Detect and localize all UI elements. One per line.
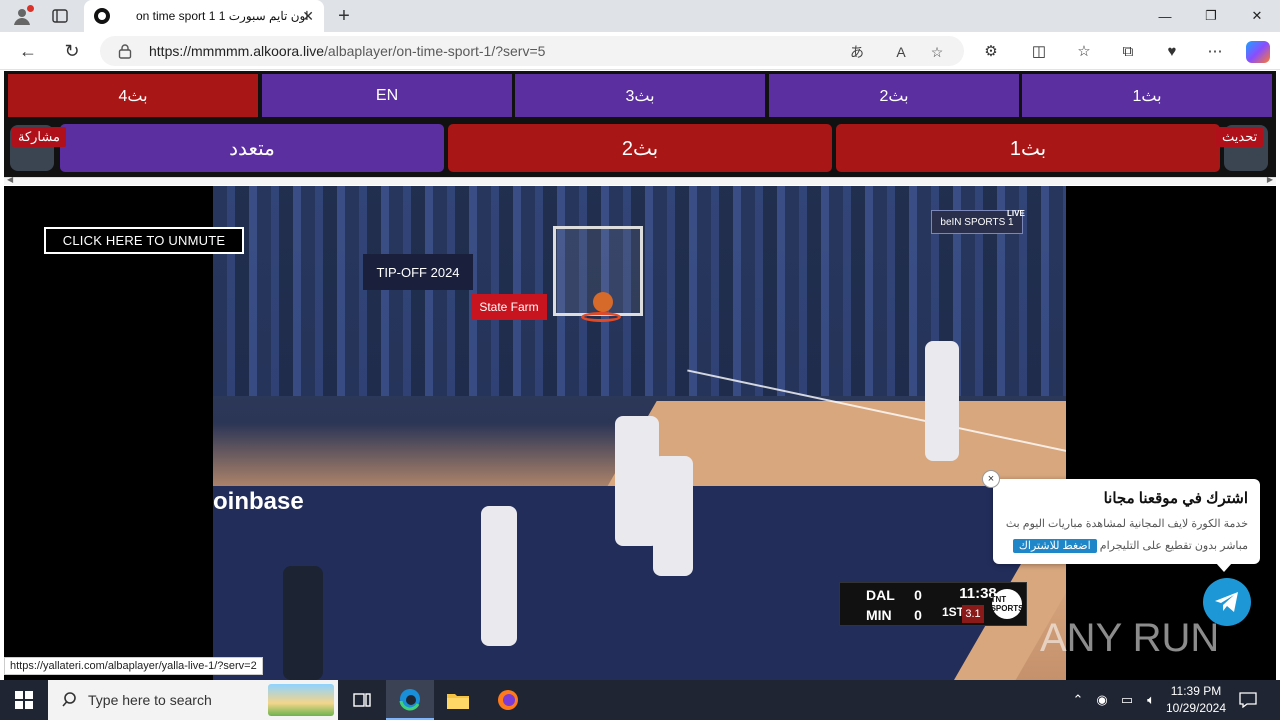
tray-chevron-icon[interactable]: ⌃ <box>1068 680 1088 720</box>
read-aloud-icon[interactable]: A <box>891 43 911 61</box>
scroll-left-icon[interactable]: ◀ <box>7 175 13 184</box>
back-button[interactable]: ← <box>15 39 41 63</box>
translate-icon[interactable]: あ <box>847 43 867 61</box>
soccer-ball-favicon-icon <box>94 8 110 24</box>
tab-close-icon[interactable]: ✕ <box>302 8 314 25</box>
team-2-name: MIN <box>866 607 892 623</box>
player-figure <box>653 456 693 576</box>
popup-title: اشترك في موقعنا مجانا <box>1103 490 1248 507</box>
multi-stream-button[interactable]: متعدد <box>60 124 444 172</box>
restore-button[interactable]: ❐ <box>1188 0 1234 32</box>
shot-clock: 3.1 <box>962 605 984 623</box>
lock-icon[interactable] <box>118 43 132 59</box>
system-clock[interactable]: 11:39 PM 10/29/2024 <box>1160 683 1232 717</box>
anyrun-watermark: ANY RUN <box>1040 615 1220 660</box>
volume-icon[interactable]: 🔈︎ <box>1140 680 1162 720</box>
task-view-icon[interactable] <box>338 680 386 720</box>
video-player[interactable]: TIP-OFF 2024 State Farm oinbase beIN SPO… <box>4 186 1276 680</box>
clock-time: 11:39 PM <box>1170 684 1222 698</box>
browser-toolbar: ← ↻ https://mmmmm.alkoora.live/albaplaye… <box>0 32 1280 70</box>
scoreboard: DAL 0 MIN 0 11:38 1ST 3.1 TNT SPORTS <box>839 582 1027 626</box>
horizontal-scrollbar[interactable]: ◀ ▶ <box>4 175 1276 185</box>
player-figure <box>283 566 323 680</box>
scroll-right-icon[interactable]: ▶ <box>1267 175 1273 184</box>
team-1-score: 0 <box>914 587 922 603</box>
meet-now-icon[interactable]: ◉ <box>1092 680 1112 720</box>
taskbar-search[interactable]: Type here to search <box>48 680 338 720</box>
browser-tab-active[interactable]: on time sport 1 اون تايم سبورت 1 ✕ <box>84 0 324 32</box>
edge-taskbar-icon[interactable] <box>386 680 434 720</box>
network-icon[interactable]: ▭ <box>1116 680 1138 720</box>
notifications-icon[interactable] <box>1234 680 1262 720</box>
file-explorer-icon[interactable] <box>434 680 482 720</box>
coinbase-sign: oinbase <box>213 488 304 515</box>
firefox-icon[interactable] <box>484 680 532 720</box>
url-text[interactable]: https://mmmmm.alkoora.live/albaplayer/on… <box>149 43 545 59</box>
tab-title: on time sport 1 اون تايم سبورت 1 <box>136 9 309 23</box>
channel-live-badge: LIVE <box>1007 209 1025 218</box>
close-window-button[interactable]: ✕ <box>1234 0 1280 32</box>
rim <box>581 312 621 322</box>
favorite-star-icon[interactable]: ☆ <box>927 43 947 61</box>
tipoff-banner: TIP-OFF 2024 <box>363 254 473 290</box>
server-button-3[interactable]: بث3 <box>515 74 765 117</box>
search-highlight-image <box>268 684 334 716</box>
clock-date: 10/29/2024 <box>1165 701 1227 715</box>
status-bar-url: https://yallateri.com/albaplayer/yalla-l… <box>4 657 263 675</box>
stream-1-button[interactable]: بث1 <box>836 124 1220 172</box>
popup-description: خدمة الكورة لايف المجانية لمشاهدة مباريا… <box>1005 518 1248 553</box>
search-placeholder: Type here to search <box>88 692 212 708</box>
player-figure <box>925 341 959 461</box>
server-button-2[interactable]: بث2 <box>769 74 1019 117</box>
basketball <box>593 292 613 312</box>
extensions-icon[interactable]: ⚙ <box>980 41 1002 61</box>
share-label[interactable]: مشاركة <box>12 127 66 147</box>
video-frame[interactable]: TIP-OFF 2024 State Farm oinbase beIN SPO… <box>213 186 1066 680</box>
refresh-label[interactable]: تحديث <box>1216 127 1264 147</box>
unmute-button[interactable]: CLICK HERE TO UNMUTE <box>44 227 244 254</box>
page-content: بث4 EN بث3 بث2 بث1 متعدد بث2 بث1 مشاركة … <box>0 71 1280 680</box>
refresh-button[interactable]: ↻ <box>59 39 85 63</box>
new-tab-button[interactable]: + <box>332 4 356 28</box>
browser-essentials-icon[interactable]: ♥ <box>1161 41 1183 61</box>
windows-taskbar: Type here to search ⌃ ◉ ▭ 🔈︎ 11:39 PM 10… <box>0 680 1280 720</box>
split-screen-icon[interactable]: ◫ <box>1028 41 1050 61</box>
statefarm-sign: State Farm <box>471 294 547 320</box>
server-button-1[interactable]: بث1 <box>1022 74 1272 117</box>
profile-icon[interactable] <box>8 5 36 27</box>
address-bar[interactable]: https://mmmmm.alkoora.live/albaplayer/on… <box>100 36 964 66</box>
windows-logo-icon <box>15 691 33 709</box>
player-figure <box>481 506 517 646</box>
favorites-icon[interactable]: ☆ <box>1073 41 1095 61</box>
quarter: 1ST <box>942 605 965 619</box>
server-button-en[interactable]: EN <box>262 74 512 117</box>
stream-2-button[interactable]: بث2 <box>448 124 832 172</box>
copilot-icon[interactable] <box>1246 41 1270 63</box>
more-menu-icon[interactable]: ⋯ <box>1204 41 1226 61</box>
subscribe-popup: اشترك في موقعنا مجانا خدمة الكورة لايف ا… <box>993 479 1260 564</box>
collections-icon[interactable]: ⧉ <box>1117 41 1139 61</box>
tab-actions-icon[interactable] <box>48 6 72 26</box>
browser-titlebar: on time sport 1 اون تايم سبورت 1 ✕ + — ❐… <box>0 0 1280 32</box>
start-button[interactable] <box>0 680 48 720</box>
search-icon <box>62 692 76 707</box>
server-selector: بث4 EN بث3 بث2 بث1 متعدد بث2 بث1 مشاركة … <box>4 71 1276 177</box>
team-1-name: DAL <box>866 587 895 603</box>
team-2-score: 0 <box>914 607 922 623</box>
popup-close-icon[interactable]: × <box>982 470 1000 488</box>
subscribe-button[interactable]: اضغط للاشتراك <box>1012 539 1097 553</box>
minimize-button[interactable]: — <box>1142 0 1188 32</box>
server-button-4[interactable]: بث4 <box>8 74 258 117</box>
network-logo: TNT SPORTS <box>991 589 1023 619</box>
popup-tail <box>1216 563 1232 572</box>
